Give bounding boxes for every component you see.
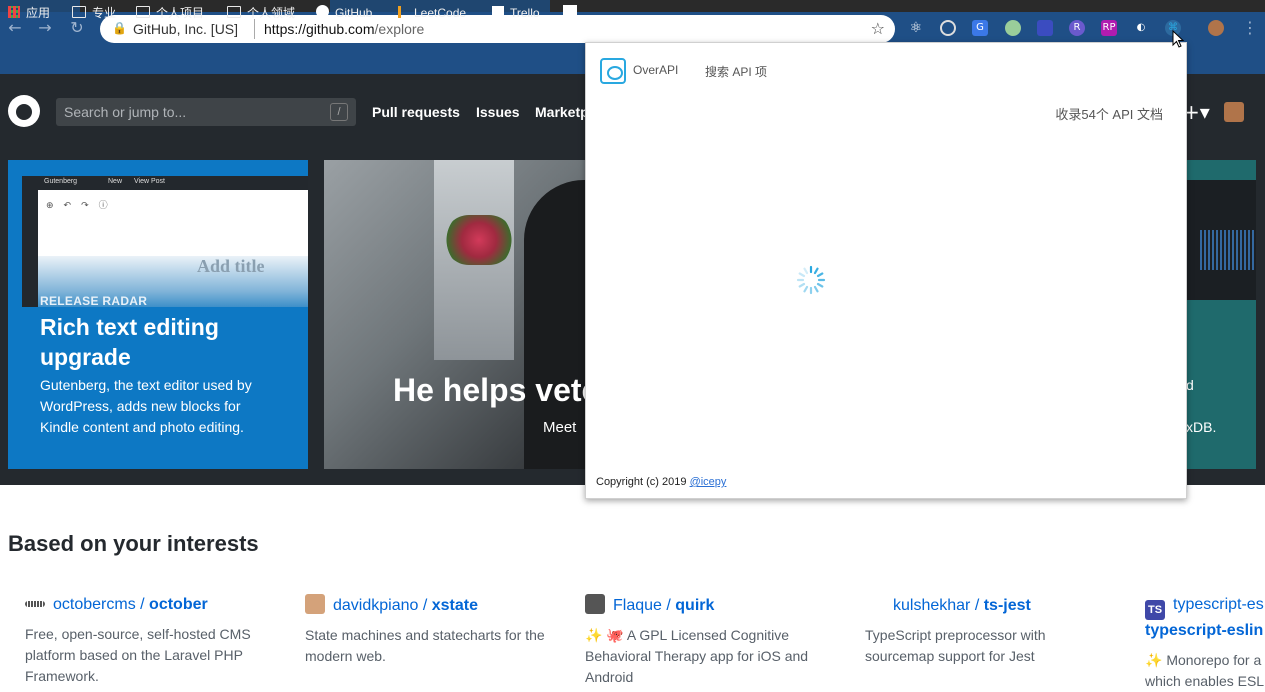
popup-app-name[interactable]: OverAPI <box>633 63 678 77</box>
flower-basket-photo <box>444 215 514 265</box>
target-extension-icon[interactable] <box>940 20 956 36</box>
api-count-label: 收录54个 API 文档 <box>1055 107 1163 122</box>
profile-avatar[interactable] <box>1208 20 1224 36</box>
reload-icon[interactable]: ↻ <box>68 19 86 37</box>
gutenberg-screenshot: Gutenberg New View Post ⊕↶↷ⓘ Add title <box>22 176 308 307</box>
wp-admin-bar: Gutenberg New View Post <box>22 176 308 190</box>
react-devtools-icon[interactable]: ⚛ <box>908 20 924 36</box>
repo-description: State machines and statecharts for the m… <box>305 627 545 664</box>
davidkpiano-avatar <box>305 594 325 614</box>
bookmark-star-icon[interactable]: ☆ <box>871 19 885 38</box>
folder-icon <box>227 6 241 18</box>
overapi-popup: OverAPI 搜索 API 项 收录54个 API 文档 Copyright … <box>585 42 1187 499</box>
repo-card[interactable]: TS typescript-es typescript-eslin ✨ Monore… <box>1145 594 1265 692</box>
card-description: Gutenberg, the text editor used by WordP… <box>40 377 252 435</box>
r-extension-icon[interactable]: R <box>1069 20 1085 36</box>
browser-tab-active[interactable] <box>550 0 1265 12</box>
card-text-fragment: d <box>1186 377 1194 393</box>
wp-sidebar <box>22 190 38 307</box>
github-logo-icon[interactable] <box>8 95 40 127</box>
loading-spinner-icon <box>796 265 826 295</box>
card-text-fragment: xDB. <box>1186 419 1217 435</box>
separator <box>254 19 255 39</box>
author-link[interactable]: @icepy <box>690 476 727 488</box>
popup-search-link[interactable]: 搜索 API 项 <box>705 63 767 80</box>
typescript-avatar: TS <box>1145 600 1165 620</box>
apps-grid-icon <box>8 6 20 18</box>
bookmark-trello[interactable]: Trello <box>492 5 540 21</box>
bookmark-site-icon <box>563 5 577 19</box>
repo-card[interactable]: Flaque / quirk ✨ 🐙 A GPL Licensed Cognit… <box>585 594 845 688</box>
folder-icon <box>136 6 150 18</box>
trello-icon <box>492 6 504 18</box>
moon-extension-icon[interactable]: ◐ <box>1133 20 1149 36</box>
bookmark-folder[interactable]: 个人领域 <box>227 5 295 21</box>
card-subtitle: Meet <box>543 419 577 436</box>
search-placeholder: Search or jump to... <box>64 104 187 120</box>
back-icon[interactable]: ← <box>6 19 24 37</box>
search-shortcut-key: / <box>330 103 348 121</box>
leetcode-icon <box>398 6 408 18</box>
translate-extension-icon[interactable]: G <box>972 20 988 36</box>
add-title-placeholder: Add title <box>197 256 265 276</box>
card-kicker: RELEASE RADAR <box>40 294 148 308</box>
lock-icon: 🔒 <box>112 21 127 35</box>
github-icon <box>316 5 329 18</box>
github-search-input[interactable]: Search or jump to... / <box>56 98 356 126</box>
mouse-cursor-icon <box>1172 30 1184 48</box>
security-label: GitHub, Inc. [US] <box>133 21 239 37</box>
bookmark-leetcode[interactable]: LeetCode <box>398 5 466 21</box>
repo-description: Free, open-source, self-hosted CMS platf… <box>25 626 251 684</box>
repo-card[interactable]: kulshekhar / ts-jest TypeScript preproce… <box>865 594 1125 667</box>
repo-description: ✨ Monorepo for a which enables ESL <box>1145 652 1265 689</box>
repo-description: TypeScript preprocessor with sourcemap s… <box>865 627 1046 664</box>
bookmark-folder[interactable]: 专业 <box>72 5 116 21</box>
bookmark-apps[interactable]: 应用 <box>8 5 50 21</box>
blue-extension-icon[interactable] <box>1037 20 1053 36</box>
nav-marketplace[interactable]: Marketp <box>535 104 589 120</box>
bookmark-folder[interactable]: 个人项目 <box>136 5 204 21</box>
card-title[interactable]: Rich text editing upgrade <box>40 312 300 372</box>
popup-footer: Copyright (c) 2019 @icepy <box>596 476 727 488</box>
nav-pull-requests[interactable]: Pull requests <box>372 104 460 120</box>
chart-graphic <box>1200 230 1256 270</box>
repo-card[interactable]: octobercms / october Free, open-source, … <box>25 594 285 687</box>
create-new-icon[interactable]: +▾ <box>1183 100 1210 124</box>
repo-card[interactable]: davidkpiano / xstate State machines and … <box>305 594 565 667</box>
green-extension-icon[interactable] <box>1005 20 1021 36</box>
folder-icon <box>72 6 86 18</box>
repo-description: ✨ 🐙 A GPL Licensed Cognitive Behavioral … <box>585 627 809 685</box>
octobercms-avatar <box>25 601 45 607</box>
rp-extension-icon[interactable]: RP <box>1101 20 1117 36</box>
nav-issues[interactable]: Issues <box>476 104 520 120</box>
bookmark-github[interactable]: GitHub <box>316 5 372 21</box>
editor-tools-icon: ⊕↶↷ⓘ <box>46 201 118 211</box>
bookmark-extra[interactable] <box>563 5 583 21</box>
url-text[interactable]: https://github.com/explore <box>264 21 424 37</box>
user-avatar[interactable] <box>1224 102 1244 122</box>
kulshekhar-avatar <box>865 594 885 614</box>
card-title[interactable]: He helps vete <box>393 372 599 409</box>
forward-icon[interactable]: → <box>36 19 54 37</box>
overapi-logo-icon <box>600 58 626 84</box>
menu-kebab-icon[interactable]: ⋮ <box>1241 19 1259 37</box>
flaque-avatar <box>585 594 605 614</box>
section-title: Based on your interests <box>8 531 259 556</box>
